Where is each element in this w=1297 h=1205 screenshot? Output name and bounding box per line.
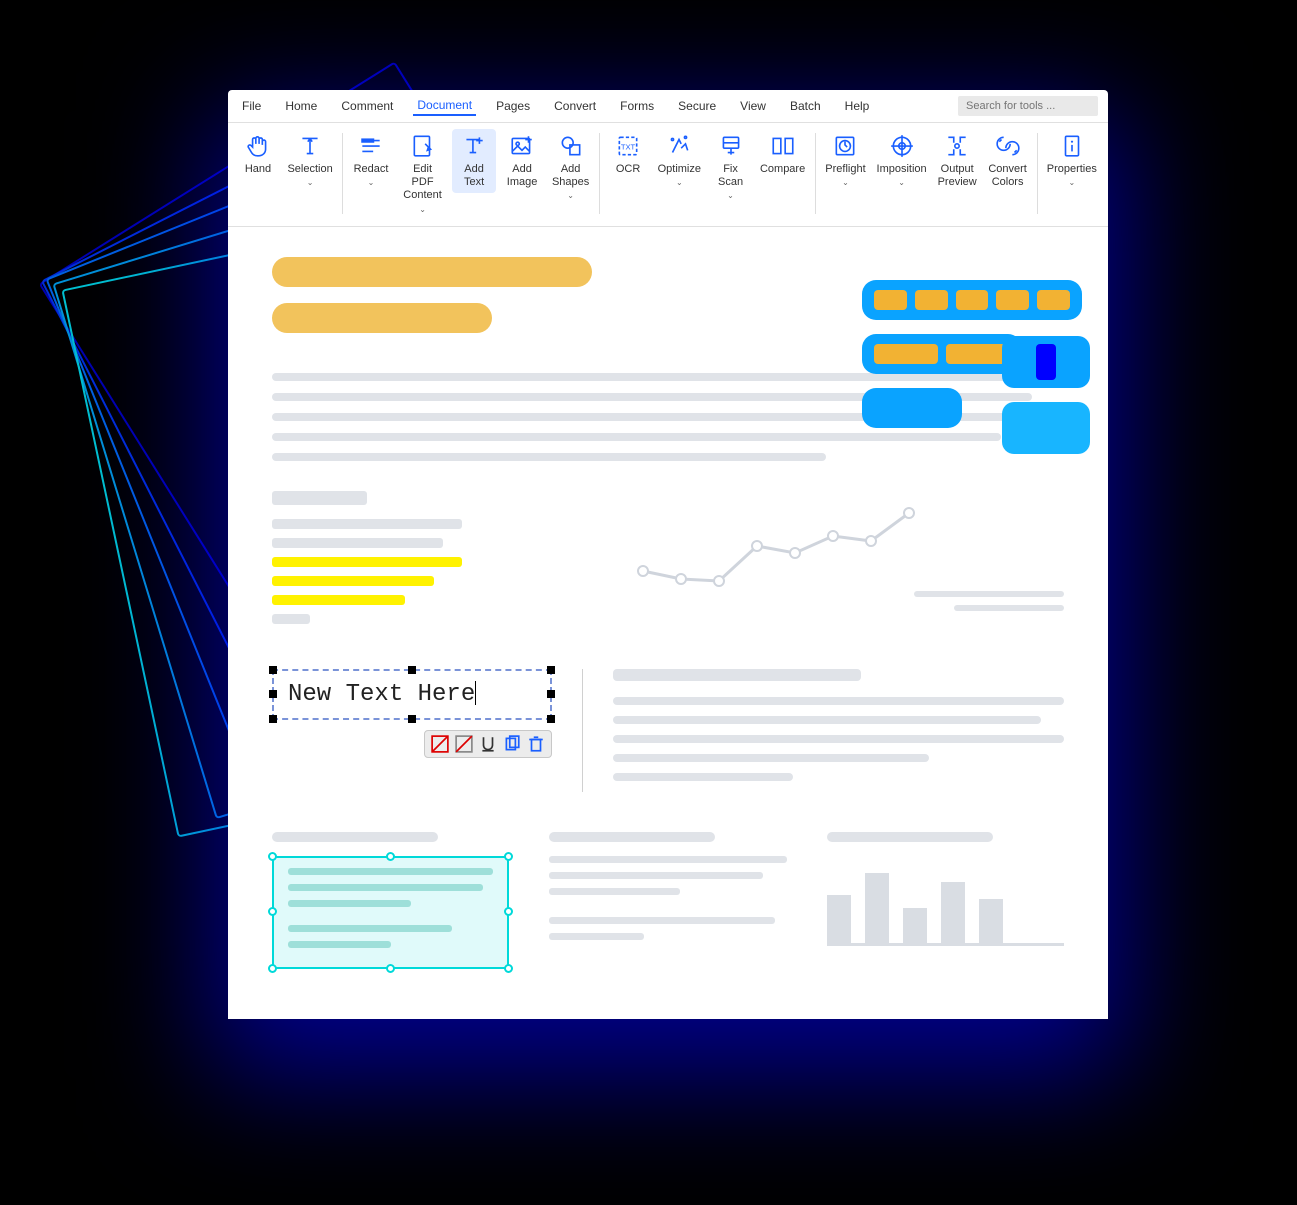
chevron-down-icon: ⌄ [567, 191, 574, 200]
preflight-icon [832, 133, 858, 159]
ribbon-label: ConvertColors [988, 163, 1027, 189]
title-placeholder-2 [272, 303, 492, 333]
chevron-down-icon: ⌄ [368, 178, 375, 187]
search-input[interactable] [958, 96, 1098, 116]
line-chart [502, 491, 1064, 611]
ribbon-label: AddImage [507, 163, 538, 189]
highlighted-block [272, 491, 462, 633]
decorative-org-chart [862, 280, 1082, 442]
no-border-icon[interactable] [455, 735, 473, 753]
edit-pdf-content-icon [410, 133, 436, 159]
menu-batch[interactable]: Batch [786, 97, 825, 115]
ribbon-label: Imposition [877, 163, 927, 176]
menu-convert[interactable]: Convert [550, 97, 600, 115]
ribbon-toolbar: HandSelection⌄Redact⌄Edit PDFContent⌄Add… [228, 123, 1108, 227]
ribbon-ocr-button[interactable]: TXT OCR [606, 129, 650, 180]
menu-document[interactable]: Document [413, 96, 476, 116]
ribbon-optimize-button[interactable]: Optimize ⌄ [654, 129, 704, 191]
fix-scan-icon [718, 133, 744, 159]
ribbon-edit-pdf-content-button[interactable]: Edit PDFContent ⌄ [397, 129, 448, 218]
ribbon-label: AddText [464, 163, 484, 189]
properties-icon [1059, 133, 1085, 159]
chevron-down-icon: ⌄ [419, 205, 426, 214]
menu-file[interactable]: File [238, 97, 265, 115]
ribbon-label: AddShapes [552, 163, 589, 189]
ribbon-label: OutputPreview [938, 163, 977, 189]
ribbon-compare-button[interactable]: Compare [757, 129, 809, 180]
menu-secure[interactable]: Secure [674, 97, 720, 115]
menu-home[interactable]: Home [281, 97, 321, 115]
hand-icon [245, 133, 271, 159]
menu-bar: File Home Comment Document Pages Convert… [228, 90, 1108, 123]
ribbon-output-preview-button[interactable]: OutputPreview [934, 129, 981, 193]
ribbon-fix-scan-button[interactable]: FixScan ⌄ [709, 129, 753, 204]
compare-icon [770, 133, 796, 159]
output-preview-icon [944, 133, 970, 159]
menu-help[interactable]: Help [841, 97, 874, 115]
ribbon-label: Compare [760, 163, 805, 176]
ribbon-label: Selection [287, 163, 332, 176]
section3-text-column [582, 669, 1064, 792]
text-edit-box[interactable]: New Text Here [272, 669, 552, 720]
chevron-down-icon: ⌄ [898, 178, 905, 187]
ribbon-label: Redact [354, 163, 389, 176]
ribbon-label: FixScan [718, 163, 743, 189]
col1-header [272, 832, 438, 842]
chevron-down-icon: ⌄ [307, 178, 314, 187]
chevron-down-icon: ⌄ [676, 178, 683, 187]
ribbon-label: Properties [1047, 163, 1097, 176]
ribbon-preflight-button[interactable]: Preflight ⌄ [822, 129, 870, 191]
selection-box[interactable] [272, 856, 509, 969]
ribbon-add-image-button[interactable]: AddImage [500, 129, 544, 193]
menu-forms[interactable]: Forms [616, 97, 658, 115]
ribbon-label: Hand [245, 163, 271, 176]
ribbon-label: Optimize [658, 163, 701, 176]
delete-icon[interactable] [527, 735, 545, 753]
ocr-icon: TXT [615, 133, 641, 159]
svg-text:TXT: TXT [621, 142, 636, 151]
redact-icon [358, 133, 384, 159]
ribbon-convert-colors-button[interactable]: ConvertColors [985, 129, 1031, 193]
text-edit-content: New Text Here [288, 681, 475, 708]
ribbon-label: Preflight [825, 163, 865, 176]
chevron-down-icon: ⌄ [1068, 178, 1075, 187]
chevron-down-icon: ⌄ [842, 178, 849, 187]
selection-icon [297, 133, 323, 159]
col2 [549, 832, 786, 969]
menu-pages[interactable]: Pages [492, 97, 534, 115]
pdf-editor-window: File Home Comment Document Pages Convert… [228, 90, 1108, 1019]
menu-comment[interactable]: Comment [337, 97, 397, 115]
text-edit-mini-toolbar [424, 730, 552, 758]
imposition-icon [889, 133, 915, 159]
no-fill-icon[interactable] [431, 735, 449, 753]
col3-bar-chart [827, 832, 1064, 969]
ribbon-label: OCR [616, 163, 640, 176]
underline-icon[interactable] [479, 735, 497, 753]
ribbon-properties-button[interactable]: Properties ⌄ [1044, 129, 1100, 191]
ribbon-selection-button[interactable]: Selection ⌄ [284, 129, 336, 191]
optimize-icon [666, 133, 692, 159]
menu-view[interactable]: View [736, 97, 770, 115]
convert-colors-icon [995, 133, 1021, 159]
ribbon-add-text-button[interactable]: AddText [452, 129, 496, 193]
title-placeholder-1 [272, 257, 592, 287]
chevron-down-icon: ⌄ [727, 191, 734, 200]
add-image-icon [509, 133, 535, 159]
copy-icon[interactable] [503, 735, 521, 753]
ribbon-add-shapes-button[interactable]: AddShapes ⌄ [548, 129, 593, 204]
ribbon-redact-button[interactable]: Redact ⌄ [349, 129, 393, 191]
add-shapes-icon [558, 133, 584, 159]
ribbon-label: Edit PDFContent [403, 163, 442, 203]
ribbon-imposition-button[interactable]: Imposition ⌄ [873, 129, 929, 191]
add-text-icon [461, 133, 487, 159]
ribbon-hand-button[interactable]: Hand [236, 129, 280, 180]
